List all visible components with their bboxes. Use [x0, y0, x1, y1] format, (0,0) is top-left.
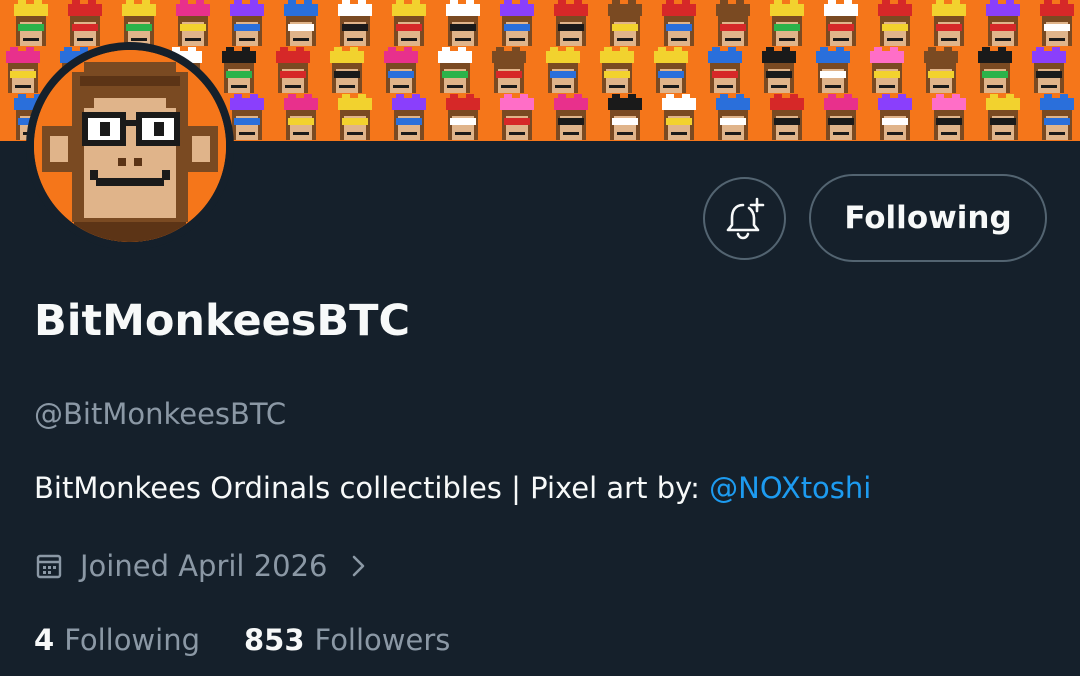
profile-avatar[interactable]: [26, 42, 234, 250]
notifications-button[interactable]: [703, 177, 786, 260]
following-count: 4: [34, 623, 55, 657]
chevron-right-icon: [352, 555, 364, 577]
followers-label: Followers: [314, 623, 451, 657]
bio-mention-link[interactable]: @NOXtoshi: [709, 471, 871, 505]
profile-stats: 4 Following 853 Followers: [34, 620, 450, 660]
avatar-image: [34, 50, 226, 242]
profile-handle: @BitMonkeesBTC: [34, 397, 287, 431]
following-stat-link[interactable]: 4 Following: [34, 620, 200, 660]
following-button[interactable]: Following: [809, 174, 1047, 262]
pixel-monkey-avatar-icon: [34, 50, 226, 242]
profile-bio: BitMonkees Ordinals collectibles | Pixel…: [34, 468, 871, 508]
calendar-icon: [36, 554, 62, 579]
bell-plus-icon: [726, 197, 764, 239]
bio-text: BitMonkees Ordinals collectibles | Pixel…: [34, 471, 710, 505]
followers-stat-link[interactable]: 853 Followers: [244, 620, 450, 660]
joined-date-text: Joined April 2026: [80, 549, 328, 583]
profile-display-name: BitMonkeesBTC: [34, 296, 411, 346]
profile-page: Following BitMonkeesBTC @BitMonkeesBTC B…: [0, 0, 1080, 676]
following-label: Following: [64, 623, 200, 657]
joined-date-row[interactable]: Joined April 2026: [34, 545, 370, 587]
followers-count: 853: [244, 623, 305, 657]
